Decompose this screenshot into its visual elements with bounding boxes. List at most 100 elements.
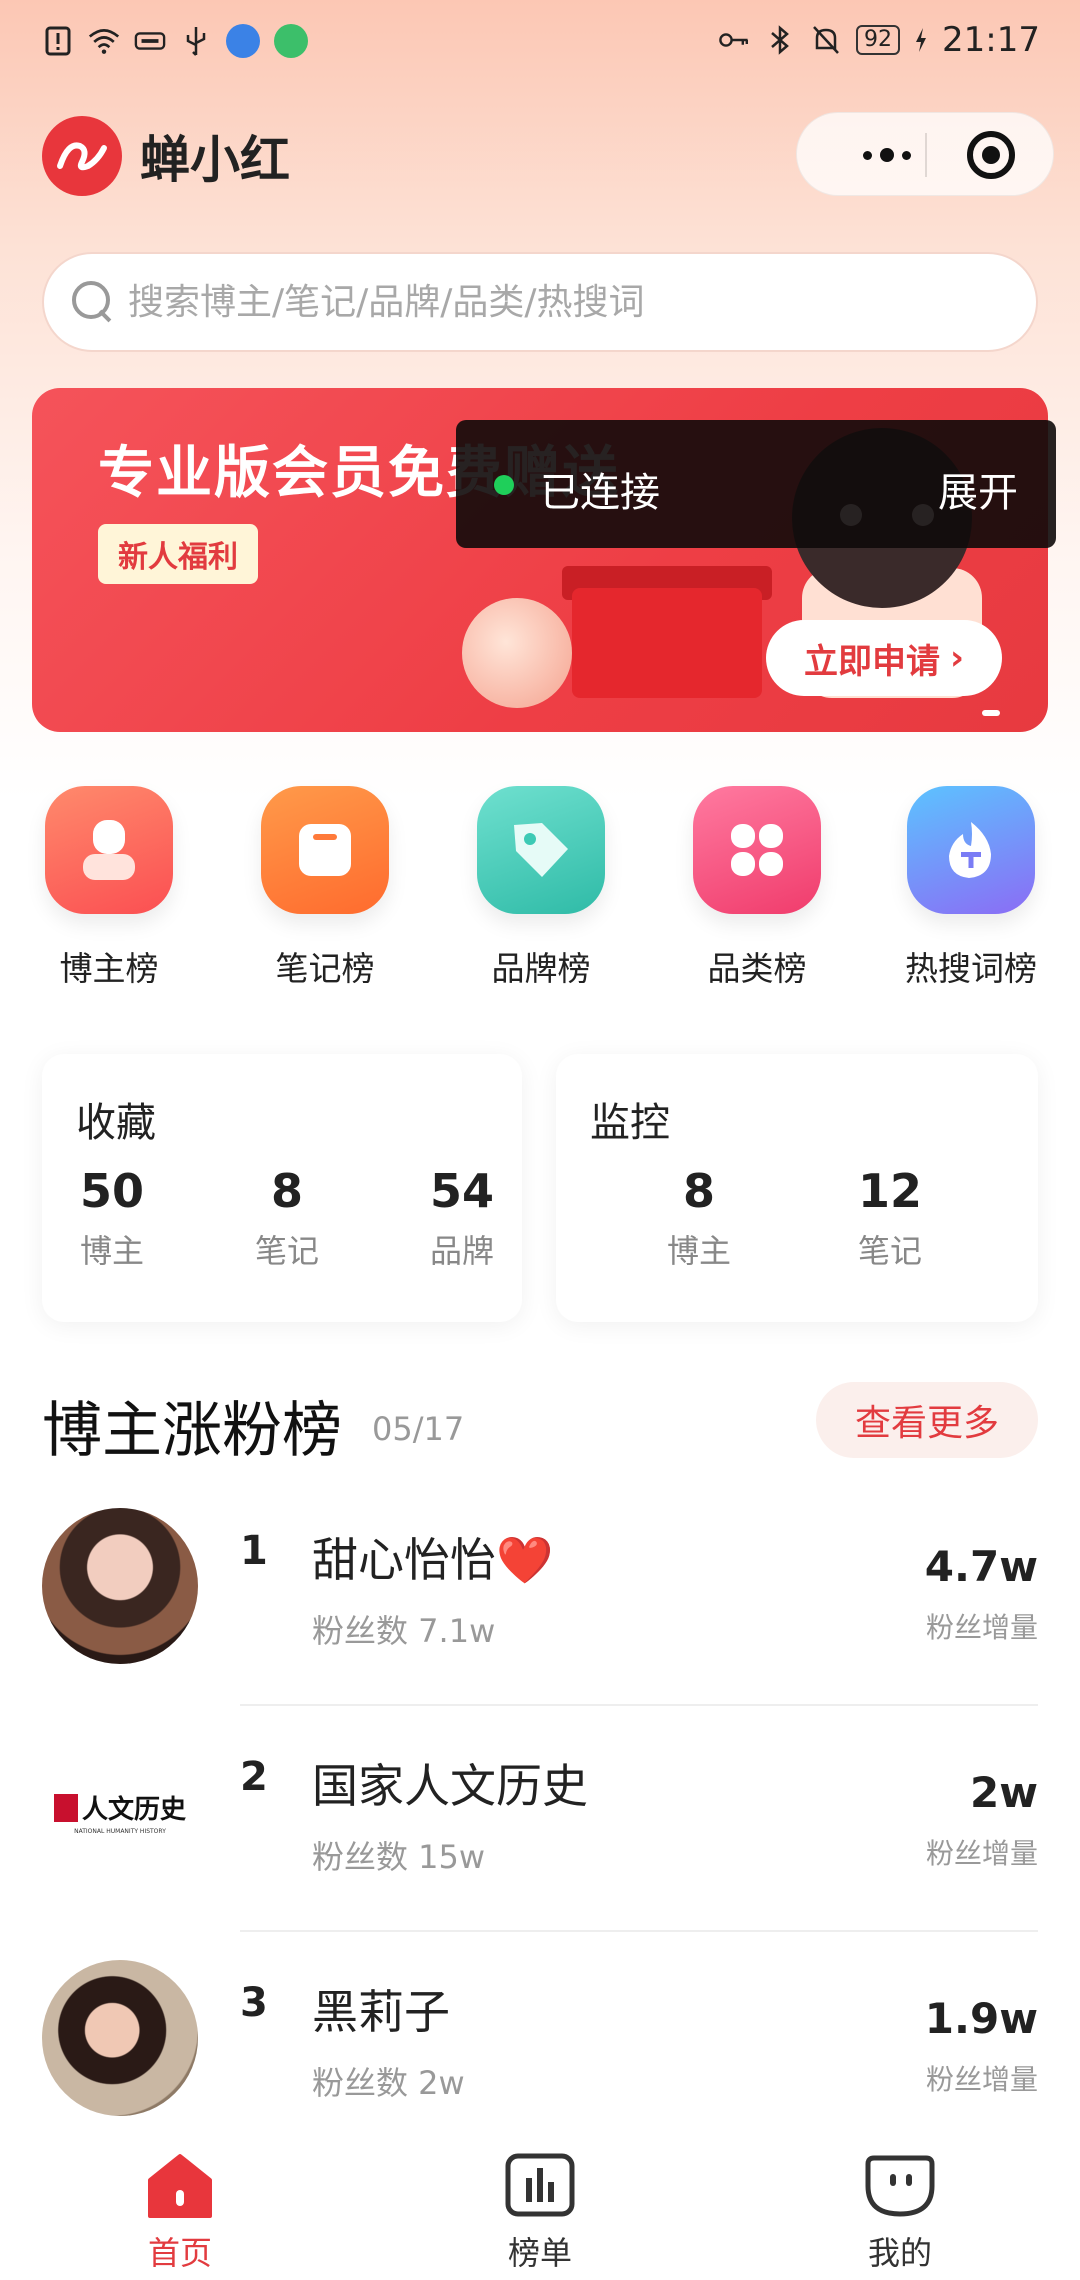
mute-bell-icon <box>810 23 842 57</box>
rank-number: 3 <box>240 1980 268 2026</box>
face-icon <box>820 2146 980 2224</box>
nav-label: 我的 <box>867 2234 932 2272</box>
nav-label: 榜单 <box>507 2234 572 2272</box>
vpn-icon <box>134 24 166 58</box>
status-bar: 92 21:17 <box>0 0 1080 90</box>
stat-label: 笔记 <box>857 1232 922 1270</box>
category-category-rank[interactable]: 品类榜 <box>662 786 852 990</box>
search-bar[interactable] <box>42 252 1038 352</box>
app-logo <box>42 116 122 196</box>
category-label: 笔记榜 <box>275 949 375 988</box>
blogger-name: 国家人文历史 <box>312 1759 588 1813</box>
logo-text: 人文历史 <box>81 1795 186 1825</box>
view-more-button[interactable]: 查看更多 <box>816 1382 1038 1458</box>
stat-value: 8 <box>682 1164 715 1218</box>
app-name: 蝉小红 <box>140 131 290 189</box>
avatar <box>42 1508 198 1664</box>
category-note-rank[interactable]: 笔记榜 <box>230 786 420 990</box>
nav-profile[interactable]: 我的 <box>820 2146 980 2274</box>
category-brand-rank[interactable]: 品牌榜 <box>446 786 636 990</box>
stat-favorite-notes[interactable]: 8 笔记 <box>217 1164 357 1272</box>
follower-count: 粉丝数 7.1w <box>312 1612 496 1650</box>
wifi-icon <box>88 24 120 58</box>
seal-logo <box>53 1793 78 1822</box>
alert-icon <box>42 24 74 58</box>
row-divider <box>240 1704 1038 1706</box>
close-miniprogram-button[interactable] <box>967 131 1015 179</box>
gift-box-illustration <box>572 588 762 698</box>
avatar: 人文历史 NATIONAL HUMANITY HISTORY <box>42 1734 198 1890</box>
stat-label: 博主 <box>79 1232 144 1270</box>
connected-status-dot <box>494 475 514 495</box>
monitor-card[interactable]: 监控 8 博主 12 笔记 <box>556 1054 1038 1322</box>
follower-growth-label: 粉丝增量 <box>925 1611 1038 1644</box>
grid-icon <box>693 786 821 914</box>
blogger-name: 黑莉子 <box>312 1985 450 2039</box>
app-notification-icon <box>274 24 308 58</box>
follower-growth: 2w <box>969 1768 1038 1817</box>
carousel-indicator <box>982 710 1000 716</box>
category-hot-search-rank[interactable]: 热搜词榜 <box>876 786 1066 990</box>
favorites-card[interactable]: 收藏 50 博主 8 笔记 54 品牌 <box>42 1054 522 1322</box>
apply-button[interactable]: 立即申请 › <box>766 620 1002 696</box>
chevron-right-icon: › <box>949 638 964 678</box>
connection-toast: 已连接 展开 <box>456 420 1056 548</box>
miniprogram-capsule <box>796 112 1054 196</box>
card-title: 监控 <box>590 1100 670 1146</box>
connection-status: 已连接 <box>540 470 660 516</box>
apply-button-label: 立即申请 <box>803 641 940 682</box>
charging-icon <box>914 23 928 57</box>
rank-number: 2 <box>240 1754 268 1800</box>
status-time: 21:17 <box>942 20 1040 60</box>
follower-growth-label: 粉丝增量 <box>925 2063 1038 2096</box>
tag-icon <box>477 786 605 914</box>
blogger-name: 甜心怡怡❤️ <box>312 1533 554 1587</box>
usb-icon <box>180 24 212 58</box>
nav-home[interactable]: 首页 <box>100 2146 260 2274</box>
stat-label: 品牌 <box>429 1232 494 1270</box>
more-menu-button[interactable] <box>827 135 947 175</box>
search-input[interactable] <box>128 281 1008 323</box>
person-icon <box>45 786 173 914</box>
stat-label: 笔记 <box>254 1232 319 1270</box>
card-title: 收藏 <box>76 1100 156 1146</box>
note-icon <box>261 786 389 914</box>
ranking-row[interactable]: 1 甜心怡怡❤️ 粉丝数 7.1w 4.7w 粉丝增量 <box>0 1508 1080 1734</box>
logo-subtext: NATIONAL HUMANITY HISTORY <box>74 1828 166 1835</box>
app-notification-icon <box>226 24 260 58</box>
stat-label: 博主 <box>666 1232 731 1270</box>
bluetooth-icon <box>764 23 796 57</box>
ranking-date: 05/17 <box>372 1410 465 1448</box>
stat-favorite-bloggers[interactable]: 50 博主 <box>42 1164 182 1272</box>
follower-growth: 4.7w <box>924 1542 1038 1591</box>
category-label: 博主榜 <box>59 949 159 988</box>
ranking-title: 博主涨粉榜 <box>42 1396 342 1466</box>
nav-label: 首页 <box>147 2234 212 2272</box>
flame-icon <box>907 786 1035 914</box>
expand-button[interactable]: 展开 <box>938 460 1018 518</box>
stat-favorite-brands[interactable]: 54 品牌 <box>392 1164 532 1272</box>
category-label: 品类榜 <box>707 949 807 988</box>
stat-monitor-bloggers[interactable]: 8 博主 <box>629 1164 769 1272</box>
category-blogger-rank[interactable]: 博主榜 <box>14 786 204 990</box>
avatar <box>42 1960 198 2116</box>
bottom-nav: 首页 榜单 我的 <box>0 2126 1080 2280</box>
category-label: 品牌榜 <box>491 949 591 988</box>
stat-value: 50 <box>79 1164 144 1218</box>
chart-icon <box>460 2146 620 2224</box>
rank-number: 1 <box>240 1528 268 1574</box>
coin-illustration <box>462 598 572 708</box>
follower-growth-label: 粉丝增量 <box>925 1837 1038 1870</box>
stat-value: 8 <box>270 1164 303 1218</box>
category-label: 热搜词榜 <box>905 949 1037 988</box>
ranking-row[interactable]: 人文历史 NATIONAL HUMANITY HISTORY 2 国家人文历史 … <box>0 1734 1080 1960</box>
capsule-divider <box>925 133 927 177</box>
stat-value: 54 <box>429 1164 494 1218</box>
nav-rankings[interactable]: 榜单 <box>460 2146 620 2274</box>
follower-count: 粉丝数 2w <box>312 2064 465 2102</box>
battery-level: 92 <box>856 25 901 55</box>
follower-count: 粉丝数 15w <box>312 1838 486 1876</box>
stat-monitor-notes[interactable]: 12 笔记 <box>820 1164 960 1272</box>
banner-tag: 新人福利 <box>98 524 258 584</box>
search-icon <box>70 279 116 325</box>
